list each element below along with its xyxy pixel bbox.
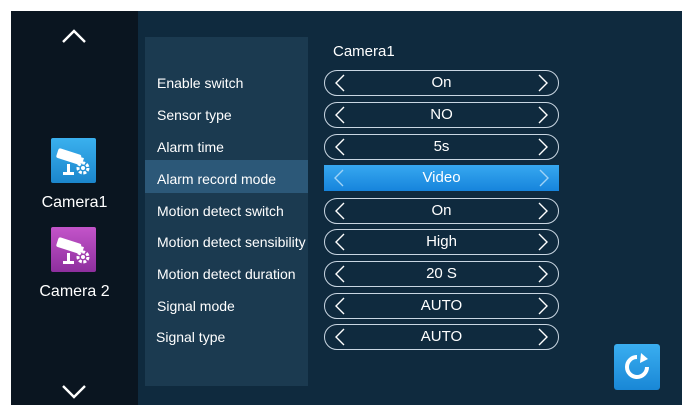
signal-mode-selector[interactable]: AUTO (324, 293, 559, 319)
setting-label-motion-detect-switch: Motion detect switch (157, 203, 284, 219)
motion-detect-duration-selector[interactable]: 20 S (324, 261, 559, 287)
motion-detect-sensibility-value: High (426, 233, 457, 250)
sensor-type-selector[interactable]: NO (324, 102, 559, 128)
chevron-right-icon[interactable] (537, 265, 549, 283)
chevron-right-icon[interactable] (538, 169, 550, 187)
alarm-record-mode-value: Video (422, 169, 461, 186)
signal-type-selector[interactable]: AUTO (324, 324, 559, 350)
camera1-icon[interactable] (51, 138, 96, 183)
setting-label-sensor-type: Sensor type (157, 107, 232, 123)
enable-switch-value: On (431, 74, 452, 91)
chevron-right-icon[interactable] (537, 297, 549, 315)
chevron-right-icon[interactable] (537, 106, 549, 124)
camera2-icon[interactable] (51, 227, 96, 272)
enable-switch-selector[interactable]: On (324, 70, 559, 96)
settings-screen: Camera1 Camera 2 Camera1 Enable switch O… (11, 11, 682, 405)
chevron-up-icon[interactable] (61, 27, 87, 45)
chevron-right-icon[interactable] (537, 138, 549, 156)
alarm-record-mode-selector[interactable]: Video (324, 165, 559, 191)
chevron-right-icon[interactable] (537, 233, 549, 251)
camera2-label[interactable]: Camera 2 (11, 283, 138, 301)
motion-detect-sensibility-selector[interactable]: High (324, 229, 559, 255)
chevron-left-icon[interactable] (334, 233, 346, 251)
chevron-left-icon[interactable] (334, 328, 346, 346)
setting-label-signal-type: Signal type (156, 329, 226, 345)
chevron-down-icon[interactable] (61, 383, 87, 401)
alarm-time-selector[interactable]: 5s (324, 134, 559, 160)
chevron-left-icon[interactable] (333, 169, 345, 187)
chevron-right-icon[interactable] (537, 202, 549, 220)
refresh-button[interactable] (614, 344, 660, 390)
chevron-right-icon[interactable] (537, 328, 549, 346)
camera-sidebar: Camera1 Camera 2 (11, 11, 138, 405)
motion-detect-switch-value: On (431, 202, 452, 219)
setting-label-signal-mode: Signal mode (157, 298, 235, 314)
sensor-type-value: NO (430, 106, 453, 123)
setting-label-motion-detect-duration: Motion detect duration (157, 266, 296, 282)
refresh-icon (625, 353, 649, 379)
chevron-left-icon[interactable] (334, 138, 346, 156)
chevron-left-icon[interactable] (334, 202, 346, 220)
setting-label-motion-detect-sensibility: Motion detect sensibility (157, 234, 306, 250)
motion-detect-switch-selector[interactable]: On (324, 198, 559, 224)
signal-type-value: AUTO (420, 328, 463, 345)
camera-settings-icon (55, 147, 89, 175)
chevron-left-icon[interactable] (334, 297, 346, 315)
motion-detect-duration-value: 20 S (426, 265, 457, 282)
chevron-left-icon[interactable] (334, 106, 346, 124)
page-title: Camera1 (333, 43, 395, 60)
signal-mode-value: AUTO (420, 297, 463, 314)
chevron-left-icon[interactable] (334, 74, 346, 92)
setting-label-enable-switch: Enable switch (157, 75, 244, 91)
setting-label-alarm-record-mode: Alarm record mode (157, 171, 277, 187)
alarm-time-value: 5s (433, 138, 450, 155)
setting-label-alarm-time: Alarm time (157, 139, 224, 155)
chevron-left-icon[interactable] (334, 265, 346, 283)
chevron-right-icon[interactable] (537, 74, 549, 92)
camera-settings-icon (55, 236, 89, 264)
camera1-label[interactable]: Camera1 (11, 194, 138, 212)
